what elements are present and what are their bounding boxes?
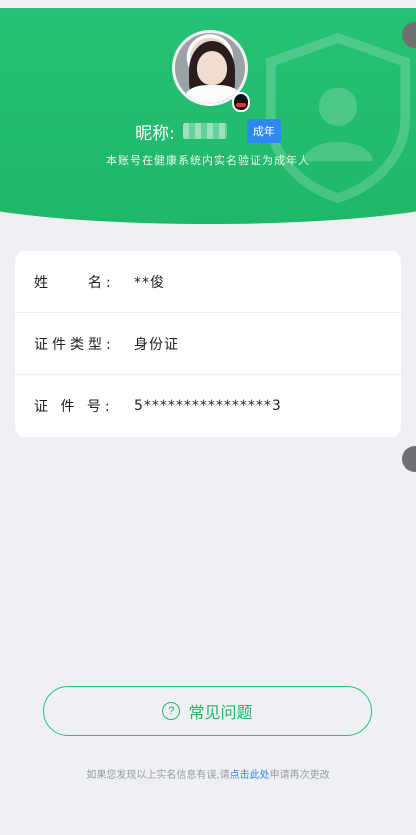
info-label: 证 件 号:: [34, 399, 114, 415]
header-banner: 昵称: 成年 本账号在健康系统内实名验证为成年人: [0, 8, 416, 228]
faq-button[interactable]: ? 常见问题: [43, 686, 372, 736]
avatar-face: [197, 51, 227, 85]
faq-label: 常见问题: [188, 705, 253, 722]
verify-note: 本账号在健康系统内实名验证为成年人: [106, 154, 310, 167]
info-value: 身份证: [134, 336, 179, 353]
nickname-label: 昵称:: [135, 123, 175, 144]
qq-icon: [232, 92, 250, 112]
adult-badge: 成年: [246, 119, 281, 143]
footer-prefix: 如果您发现以上实名信息有误,请: [86, 770, 230, 781]
info-value: **俊: [134, 274, 165, 291]
side-handle-bottom[interactable]: [402, 446, 416, 472]
nickname-masked-value: [182, 123, 227, 139]
question-icon: ?: [162, 702, 181, 720]
footer-note: 如果您发现以上实名信息有误,请点击此处申请再次更改: [0, 766, 416, 781]
info-label: 姓 名:: [34, 274, 115, 291]
change-request-link[interactable]: 点击此处: [230, 770, 270, 781]
info-value: 5****************3: [134, 398, 282, 414]
nickname-row: 昵称: 成年: [0, 118, 416, 144]
identity-card: 姓 名: **俊 证件类型: 身份证 证 件 号: 5*************…: [15, 251, 401, 437]
info-row-id-number: 证 件 号: 5****************3: [15, 375, 401, 437]
footer-suffix: 申请再次更改: [269, 770, 330, 781]
info-row-name: 姓 名: **俊: [15, 251, 401, 313]
info-label: 证件类型:: [34, 336, 115, 353]
info-row-id-type: 证件类型: 身份证: [15, 313, 401, 375]
